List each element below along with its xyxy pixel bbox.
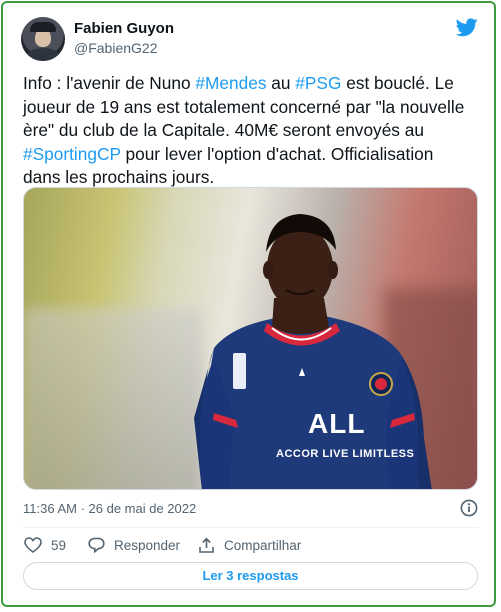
tweet-photo[interactable]: ALL ACCOR LIVE LIMITLESS [23, 187, 478, 490]
share-button[interactable]: Compartilhar [198, 536, 301, 554]
like-button[interactable]: 59 [24, 536, 66, 554]
hashtag-link[interactable]: #Mendes [195, 73, 266, 93]
jersey-sponsor: ALL [308, 408, 366, 439]
tweet-text: Info : l'avenir de Nuno #Mendes au #PSG … [23, 72, 475, 190]
hashtag-link[interactable]: #SportingCP [23, 144, 121, 164]
twitter-bird-icon[interactable] [456, 18, 478, 37]
avatar[interactable] [21, 17, 65, 61]
share-icon [199, 537, 214, 553]
avatar-face [35, 30, 51, 47]
hashtag-link[interactable]: #PSG [295, 73, 341, 93]
player-illustration [194, 214, 432, 489]
divider [23, 527, 478, 528]
share-label: Compartilhar [224, 537, 302, 553]
tweet-timestamp[interactable]: 11:36 AM · 26 de mai de 2022 [23, 501, 196, 516]
reply-label: Responder [114, 537, 181, 553]
reply-button[interactable]: Responder [88, 536, 180, 554]
avatar-shoulders [25, 48, 61, 61]
reply-bubble-icon [88, 537, 105, 553]
avatar-cap [30, 22, 56, 32]
author-name[interactable]: Fabien Guyon [74, 20, 174, 37]
author-handle[interactable]: @FabienG22 [74, 40, 157, 56]
jersey-sponsor-line2: ACCOR LIVE LIMITLESS [276, 448, 415, 460]
heart-icon [24, 537, 42, 553]
read-replies-button[interactable]: Ler 3 respostas [23, 562, 478, 590]
info-icon[interactable] [460, 499, 478, 517]
like-count: 59 [51, 537, 67, 553]
tweet-text-segment: au [266, 73, 296, 93]
tweet-text-segment: Info : l'avenir de Nuno [23, 73, 196, 93]
